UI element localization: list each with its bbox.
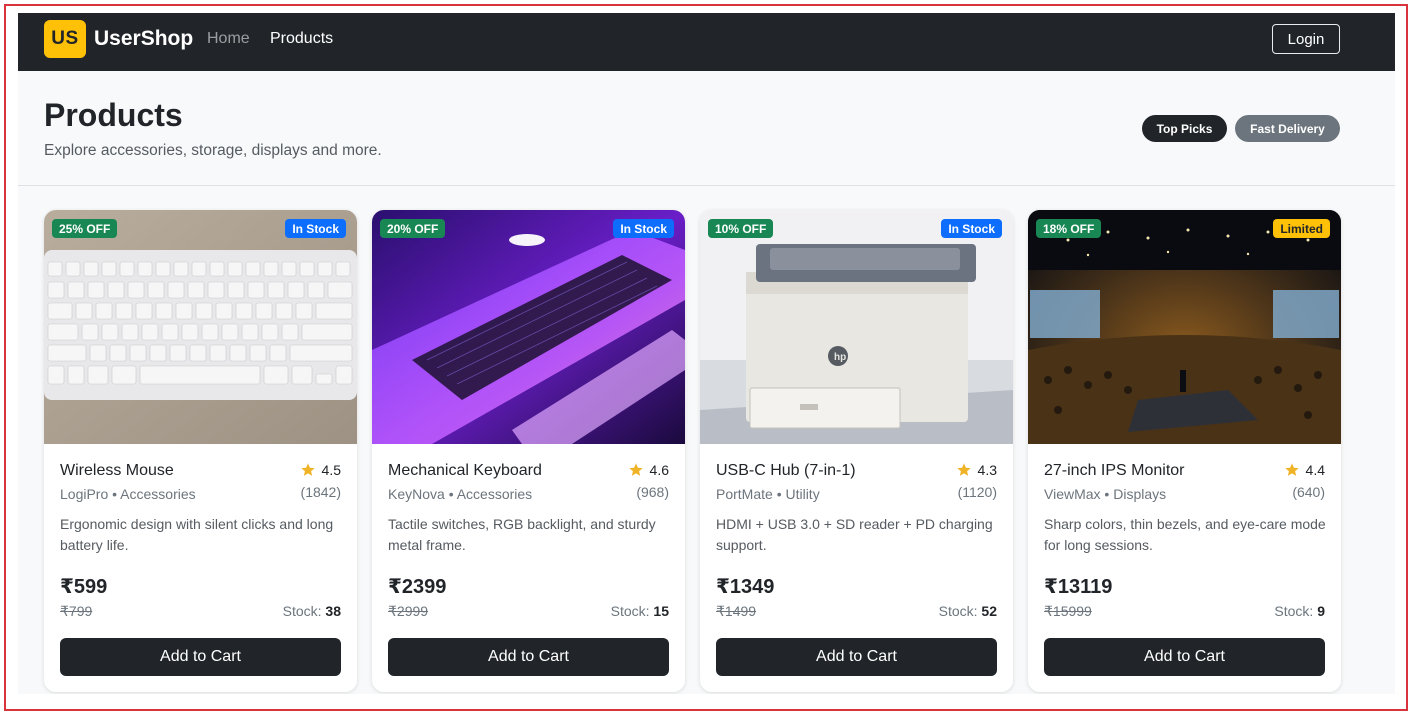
product-description: Sharp colors, thin bezels, and eye-care … [1044, 516, 1326, 553]
product-old-price: ₹2999 [388, 603, 429, 619]
product-image[interactable]: 18% OFF Limited [1028, 210, 1341, 444]
availability-badge: In Stock [613, 219, 674, 238]
rating-value: 4.6 [649, 462, 669, 478]
discount-badge: 25% OFF [52, 219, 118, 238]
product-name[interactable]: USB-C Hub (7-in-1) [716, 462, 856, 480]
product-stock: Stock: 15 [611, 603, 669, 619]
product-old-price: ₹1499 [716, 603, 757, 619]
availability-badge: In Stock [941, 219, 1002, 238]
discount-badge: 10% OFF [708, 219, 774, 238]
stock-count: 9 [1317, 603, 1325, 619]
svg-text:hp: hp [834, 352, 846, 363]
availability-badge: Limited [1273, 219, 1330, 238]
product-image[interactable]: 25% OFF In Stock [44, 210, 357, 444]
page: US UserShop Home Products Login Products… [18, 13, 1395, 694]
product-stock: Stock: 38 [283, 603, 341, 619]
stock-label: Stock: [938, 603, 978, 619]
stock-count: 52 [981, 603, 997, 619]
star-icon [1284, 463, 1299, 476]
product-card: hp 10% OFF In Stock USB-C Hub (7-in-1) P… [700, 210, 1013, 692]
star-icon [628, 463, 643, 476]
product-card: 25% OFF In Stock Wireless Mouse LogiPro … [44, 210, 357, 692]
product-description: Tactile switches, RGB backlight, and stu… [388, 516, 656, 553]
review-count: (968) [636, 484, 669, 500]
page-subtitle: Explore accessories, storage, displays a… [44, 142, 382, 159]
availability-badge: In Stock [285, 219, 346, 238]
filter-pill-top-picks[interactable]: Top Picks [1142, 115, 1227, 142]
filter-pill-fast-delivery[interactable]: Fast Delivery [1235, 115, 1340, 142]
discount-badge: 18% OFF [1036, 219, 1102, 238]
star-icon [300, 463, 315, 476]
product-card: 20% OFF In Stock Mechanical Keyboard Key… [372, 210, 685, 692]
review-count: (1120) [957, 484, 997, 500]
stock-label: Stock: [1274, 603, 1314, 619]
product-image[interactable]: 20% OFF In Stock [372, 210, 685, 444]
stock-count: 15 [653, 603, 669, 619]
add-to-cart-button[interactable]: Add to Cart [60, 638, 341, 676]
star-icon [956, 463, 971, 476]
product-stock: Stock: 9 [1274, 603, 1325, 619]
nav-link-products[interactable]: Products [270, 30, 333, 48]
product-name[interactable]: Mechanical Keyboard [388, 462, 542, 480]
stock-label: Stock: [610, 603, 650, 619]
product-image[interactable]: hp 10% OFF In Stock [700, 210, 1013, 444]
product-description: HDMI + USB 3.0 + SD reader + PD charging… [716, 516, 993, 553]
product-meta: PortMate • Utility [716, 486, 820, 502]
product-meta: LogiPro • Accessories [60, 486, 196, 502]
product-name[interactable]: Wireless Mouse [60, 462, 174, 480]
header-divider [18, 185, 1395, 186]
product-stock: Stock: 52 [939, 603, 997, 619]
brand-name[interactable]: UserShop [94, 27, 193, 51]
navbar: US UserShop Home Products Login [18, 13, 1395, 71]
brand-logo[interactable]: US [44, 20, 86, 58]
product-name[interactable]: 27-inch IPS Monitor [1044, 462, 1185, 480]
product-price: ₹2399 [388, 576, 447, 598]
login-button[interactable]: Login [1272, 24, 1340, 54]
add-to-cart-button[interactable]: Add to Cart [716, 638, 997, 676]
product-description: Ergonomic design with silent clicks and … [60, 516, 334, 553]
product-rating: 4.6 [628, 462, 669, 478]
nav-link-home[interactable]: Home [207, 30, 250, 48]
product-card: 18% OFF Limited 27-inch IPS Monitor View… [1028, 210, 1341, 692]
rating-value: 4.5 [321, 462, 341, 478]
product-meta: ViewMax • Displays [1044, 486, 1167, 502]
product-old-price: ₹15999 [1044, 603, 1092, 619]
product-price: ₹1349 [716, 576, 775, 598]
review-count: (640) [1292, 484, 1325, 500]
page-title: Products [44, 97, 183, 133]
rating-value: 4.3 [977, 462, 997, 478]
stock-label: Stock: [282, 603, 322, 619]
add-to-cart-button[interactable]: Add to Cart [388, 638, 669, 676]
product-price: ₹599 [60, 576, 108, 598]
product-rating: 4.5 [300, 462, 341, 478]
product-meta: KeyNova • Accessories [388, 486, 533, 502]
product-rating: 4.3 [956, 462, 997, 478]
product-price: ₹13119 [1044, 576, 1113, 598]
product-old-price: ₹799 [60, 603, 93, 619]
discount-badge: 20% OFF [380, 219, 446, 238]
review-count: (1842) [300, 484, 341, 500]
product-rating: 4.4 [1284, 462, 1325, 478]
rating-value: 4.4 [1305, 462, 1325, 478]
add-to-cart-button[interactable]: Add to Cart [1044, 638, 1325, 676]
stock-count: 38 [325, 603, 341, 619]
